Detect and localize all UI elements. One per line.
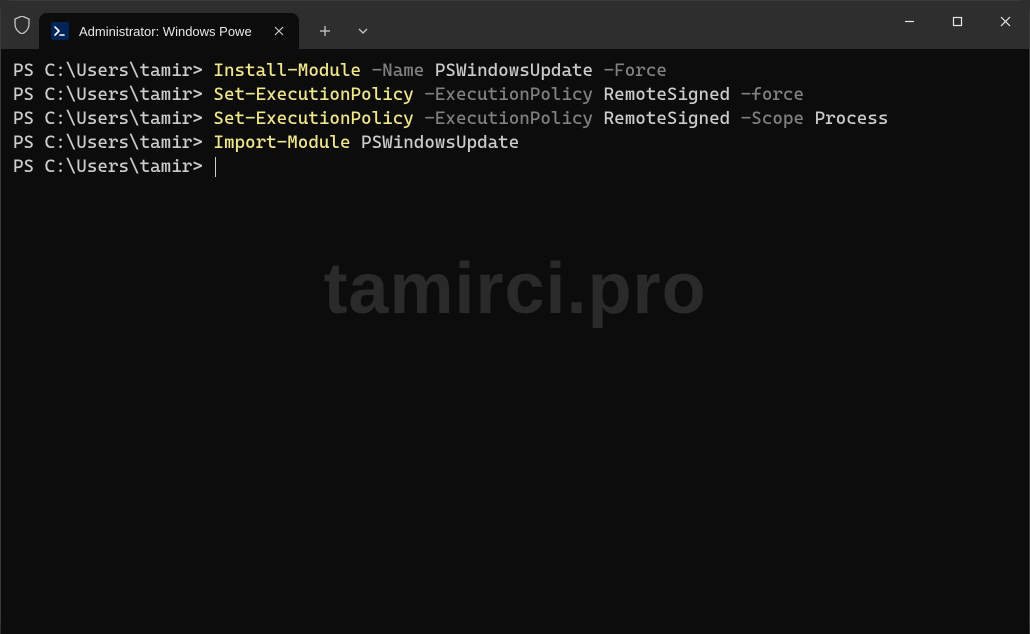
prompt: PS C:\Users\tamir> [13, 60, 213, 81]
segment-param: -ExecutionPolicy [414, 108, 604, 129]
tab-title: Administrator: Windows Powe [79, 24, 261, 39]
segment-param: -Force [593, 60, 667, 81]
tabs-container: Administrator: Windows Powe [39, 1, 381, 49]
segment-param: -Name [361, 60, 435, 81]
prompt: PS C:\Users\tamir> [13, 132, 213, 153]
cursor [215, 157, 216, 177]
titlebar-drag-region[interactable] [381, 1, 885, 49]
terminal-line: PS C:\Users\tamir> Set-ExecutionPolicy -… [13, 107, 1017, 131]
maximize-button[interactable] [933, 1, 981, 41]
tab-dropdown-button[interactable] [345, 13, 381, 49]
tab-actions [307, 5, 381, 49]
prompt: PS C:\Users\tamir> [13, 108, 213, 129]
segment-arg: Process [815, 108, 889, 129]
segment-arg: RemoteSigned [604, 84, 731, 105]
segment-param: -Scope [730, 108, 814, 129]
shield-icon [13, 16, 31, 34]
window-controls [885, 1, 1029, 49]
segment-cmd: Set-ExecutionPolicy [213, 84, 413, 105]
titlebar-left [1, 1, 31, 49]
prompt: PS C:\Users\tamir> [13, 156, 213, 177]
segment-arg: PSWindowsUpdate [351, 132, 520, 153]
segment-cmd: Import-Module [213, 132, 350, 153]
new-tab-button[interactable] [307, 13, 343, 49]
segment-cmd: Install-Module [213, 60, 361, 81]
prompt: PS C:\Users\tamir> [13, 84, 213, 105]
minimize-button[interactable] [885, 1, 933, 41]
terminal-line: PS C:\Users\tamir> [13, 155, 1017, 179]
terminal-line: PS C:\Users\tamir> Import-Module PSWindo… [13, 131, 1017, 155]
terminal-content[interactable]: PS C:\Users\tamir> Install-Module -Name … [1, 49, 1029, 634]
segment-cmd: Set-ExecutionPolicy [213, 108, 413, 129]
tab-powershell[interactable]: Administrator: Windows Powe [39, 13, 299, 49]
segment-arg: RemoteSigned [604, 108, 731, 129]
close-button[interactable] [981, 1, 1029, 41]
segment-param: -force [730, 84, 804, 105]
terminal-line: PS C:\Users\tamir> Install-Module -Name … [13, 59, 1017, 83]
segment-param: -ExecutionPolicy [414, 84, 604, 105]
tab-close-button[interactable] [271, 23, 287, 39]
segment-arg: PSWindowsUpdate [435, 60, 593, 81]
titlebar: Administrator: Windows Powe [1, 1, 1029, 49]
powershell-icon [51, 22, 69, 40]
terminal-line: PS C:\Users\tamir> Set-ExecutionPolicy -… [13, 83, 1017, 107]
